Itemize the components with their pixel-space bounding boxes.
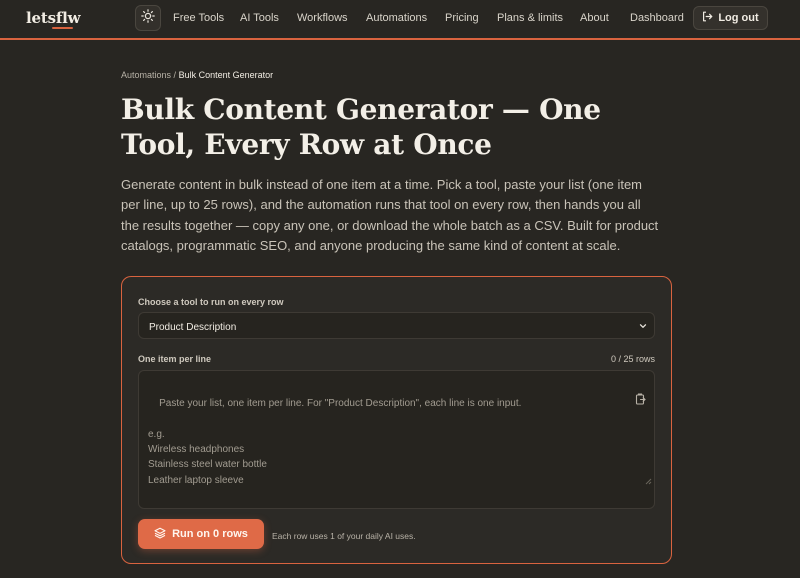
run-button[interactable]: Run on 0 rows	[138, 519, 264, 549]
resize-grip-icon[interactable]	[627, 460, 652, 506]
logout-button[interactable]: Log out	[693, 6, 768, 30]
chevron-down-icon	[638, 321, 648, 334]
logo[interactable]: letsflw	[26, 9, 80, 27]
logout-icon	[702, 11, 713, 25]
nav-pricing[interactable]: Pricing	[445, 12, 479, 24]
list-input-label: One item per line	[138, 354, 212, 364]
breadcrumb-current: Bulk Content Generator	[178, 70, 274, 80]
paste-icon[interactable]	[618, 378, 646, 426]
bulk-generator-card: Choose a tool to run on every row Produc…	[121, 276, 672, 564]
sun-icon	[141, 8, 155, 28]
logout-label: Log out	[718, 12, 759, 24]
textarea-placeholder: Paste your list, one item per line. For …	[148, 398, 522, 486]
tool-select[interactable]: Product Description	[138, 312, 655, 339]
nav-free-tools[interactable]: Free Tools	[173, 12, 224, 24]
top-navigation-bar: letsflw Free Tools AI Tools Workflows Au…	[0, 0, 800, 40]
tool-select-value: Product Description	[149, 322, 237, 333]
page-intro: Generate content in bulk instead of one …	[121, 177, 659, 253]
theme-toggle-button[interactable]	[135, 5, 161, 31]
run-usage-note: Each row uses 1 of your daily AI uses.	[272, 531, 416, 541]
breadcrumb-separator: /	[173, 70, 177, 80]
nav-about[interactable]: About	[580, 12, 609, 24]
tool-select-label: Choose a tool to run on every row	[138, 297, 284, 307]
page-title: Bulk Content Generator — One Tool, Every…	[121, 93, 601, 161]
layers-icon	[154, 527, 166, 542]
nav-plans-limits[interactable]: Plans & limits	[497, 12, 563, 24]
nav-dashboard[interactable]: Dashboard	[630, 12, 684, 24]
row-counter: 0 / 25 rows	[610, 354, 655, 364]
breadcrumb: Automations / Bulk Content Generator	[121, 70, 273, 80]
logo-underline	[52, 27, 73, 29]
nav-workflows[interactable]: Workflows	[297, 12, 348, 24]
breadcrumb-link-automations[interactable]: Automations	[121, 70, 171, 80]
list-textarea[interactable]: Paste your list, one item per line. For …	[138, 370, 655, 509]
run-button-label: Run on 0 rows	[172, 528, 248, 540]
nav-ai-tools[interactable]: AI Tools	[240, 12, 279, 24]
nav-automations[interactable]: Automations	[366, 12, 427, 24]
